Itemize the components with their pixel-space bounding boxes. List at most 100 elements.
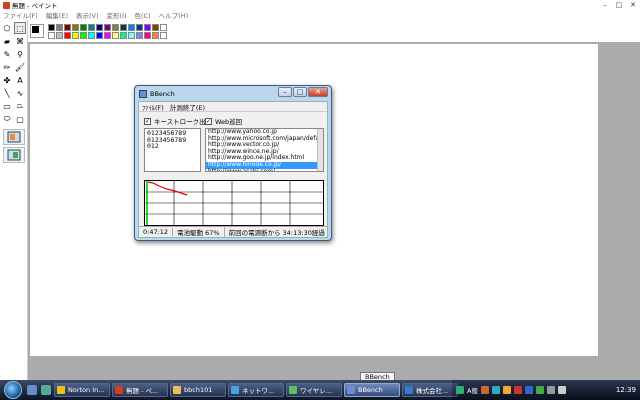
magnifier-icon[interactable]: ⚲ [14, 48, 26, 60]
color-swatch[interactable] [64, 32, 71, 39]
color-swatch[interactable] [88, 32, 95, 39]
task-button[interactable]: 株式会社... [402, 383, 458, 397]
menu-colors[interactable]: 色(C) [135, 10, 151, 20]
web-option[interactable]: ✓ Web巡回 [205, 116, 242, 126]
tray-app-icon[interactable] [480, 386, 489, 394]
free-select-icon[interactable]: ⬠ [1, 22, 13, 34]
tray-app-icon[interactable] [524, 386, 533, 394]
tray-app-icon[interactable] [513, 386, 522, 394]
bbench-shortcut-2[interactable] [3, 147, 25, 163]
curve-icon[interactable]: ∿ [14, 87, 26, 99]
volume-icon[interactable] [557, 386, 566, 394]
keystroke-option[interactable]: ✓ キーストローク出力 [144, 116, 212, 126]
network-icon[interactable] [546, 386, 555, 394]
toolbox: ⬠ ⬚ ▰ ⌘ ✎ ⚲ ✏ 🖌 ✤ A ╲ ∿ ▭ ⏢ ⬭ ▢ [0, 20, 28, 380]
menu-help[interactable]: ヘルプ(H) [159, 10, 188, 20]
color-swatch[interactable] [96, 24, 103, 31]
task-button[interactable]: bbch101 [170, 383, 226, 397]
fill-icon[interactable]: ⌘ [14, 35, 26, 47]
color-swatches [48, 24, 167, 39]
color-swatch[interactable] [64, 24, 71, 31]
switch-windows-icon[interactable] [41, 385, 51, 395]
bbench-titlebar[interactable]: BBench – □ ✕ [135, 86, 331, 101]
bbench-minimize-button[interactable]: – [278, 87, 292, 97]
eraser-icon[interactable]: ▰ [1, 35, 13, 47]
rect-select-icon[interactable]: ⬚ [14, 22, 26, 34]
color-picker-icon[interactable]: ✎ [1, 48, 13, 60]
web-checkbox[interactable]: ✓ [205, 117, 212, 125]
bbench-title: BBench [150, 89, 175, 98]
canvas-area[interactable] [28, 42, 640, 380]
bbench-shortcut-1[interactable] [3, 129, 25, 145]
task-button[interactable]: ネットワ... [228, 383, 284, 397]
task-button[interactable]: 無題 - ペ... [112, 383, 168, 397]
color-swatch[interactable] [56, 32, 63, 39]
color-swatch[interactable] [112, 32, 119, 39]
color-swatch[interactable] [48, 24, 55, 31]
task-button[interactable]: Norton In... [54, 383, 110, 397]
color-swatch[interactable] [128, 32, 135, 39]
pencil-icon[interactable]: ✏ [1, 61, 13, 73]
color-swatch[interactable] [144, 24, 151, 31]
url-list[interactable]: http://www.yahoo.co.jp http://www.microso… [205, 128, 324, 172]
current-colors[interactable] [30, 24, 44, 38]
menu-edit[interactable]: 編集(E) [46, 10, 68, 20]
color-swatch[interactable] [88, 24, 95, 31]
menu-image[interactable]: 変形(I) [107, 10, 127, 20]
keystroke-checkbox[interactable]: ✓ [144, 117, 151, 125]
color-swatch[interactable] [80, 32, 87, 39]
close-button[interactable]: ✕ [626, 0, 640, 10]
menu-view[interactable]: 表示(V) [76, 10, 99, 20]
battery-icon[interactable] [535, 386, 544, 394]
task-button[interactable]: ワイヤレ... [286, 383, 342, 397]
text-icon[interactable]: A [14, 74, 26, 86]
taskbar: Norton In... 無題 - ペ... bbch101 ネットワ... ワイヤレ.… [0, 380, 640, 400]
rectangle-icon[interactable]: ▭ [1, 100, 13, 112]
color-swatch[interactable] [144, 32, 151, 39]
task-label: 無題 - ペ... [126, 387, 159, 395]
bbench-menu-stop[interactable]: 計測終了(E) [170, 102, 205, 112]
color-swatch[interactable] [48, 32, 55, 39]
rounded-rect-icon[interactable]: ▢ [14, 113, 26, 125]
keystroke-output-box[interactable]: 0123456789 0123456789 012 [144, 128, 201, 172]
ime-mode[interactable]: A般 [467, 385, 478, 395]
minimize-button[interactable]: – [598, 0, 612, 10]
url-list-scrollbar[interactable] [317, 129, 323, 171]
brush-icon[interactable]: 🖌 [14, 61, 26, 73]
color-swatch[interactable] [136, 32, 143, 39]
color-swatch[interactable] [104, 24, 111, 31]
color-swatch[interactable] [72, 32, 79, 39]
bbench-menu-file[interactable]: ﾌｧｲﾙ(F) [142, 102, 164, 112]
ellipse-icon[interactable]: ⬭ [1, 113, 13, 125]
color-swatch[interactable] [160, 24, 167, 31]
color-swatch[interactable] [128, 24, 135, 31]
url-item[interactable]: http://www.asahi.com/ [206, 168, 323, 171]
task-button[interactable]: BBench [344, 383, 400, 397]
color-swatch[interactable] [160, 32, 167, 39]
color-swatch[interactable] [120, 32, 127, 39]
color-swatch[interactable] [152, 24, 159, 31]
show-desktop-icon[interactable] [27, 385, 37, 395]
task-app-icon [231, 386, 239, 394]
tray-app-icon[interactable] [491, 386, 500, 394]
color-swatch[interactable] [80, 24, 87, 31]
color-swatch[interactable] [96, 32, 103, 39]
bbench-close-button[interactable]: ✕ [308, 87, 328, 97]
ime-icon[interactable] [456, 386, 464, 394]
airbrush-icon[interactable]: ✤ [1, 74, 13, 86]
color-swatch[interactable] [72, 24, 79, 31]
maximize-button[interactable]: □ [612, 0, 626, 10]
tray-app-icon[interactable] [502, 386, 511, 394]
bbench-maximize-button[interactable]: □ [293, 87, 307, 97]
color-swatch[interactable] [104, 32, 111, 39]
color-swatch[interactable] [136, 24, 143, 31]
line-icon[interactable]: ╲ [1, 87, 13, 99]
color-swatch[interactable] [56, 24, 63, 31]
color-swatch[interactable] [120, 24, 127, 31]
color-swatch[interactable] [112, 24, 119, 31]
polygon-icon[interactable]: ⏢ [14, 100, 26, 112]
clock[interactable]: 12:39 [616, 386, 636, 394]
menu-file[interactable]: ファイル(F) [3, 10, 38, 20]
start-button[interactable] [4, 381, 22, 399]
color-swatch[interactable] [152, 32, 159, 39]
